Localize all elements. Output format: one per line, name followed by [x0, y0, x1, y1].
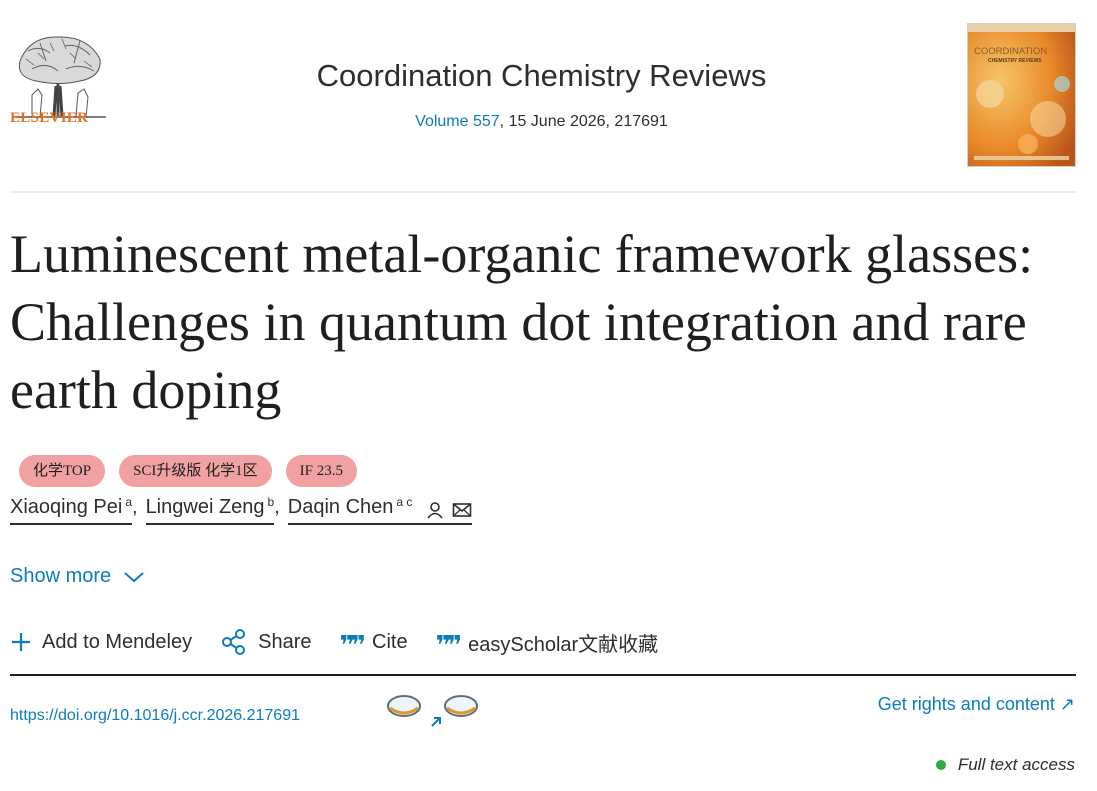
external-arrow-icon: ↗ [1059, 694, 1075, 714]
share-button[interactable]: Share [220, 628, 311, 656]
get-rights-label: Get rights and content [877, 694, 1055, 714]
quote-icon: ❞❞ [339, 631, 365, 661]
badge-row: 化学TOP SCI升级版 化学1区 IF 23.5 [19, 455, 358, 487]
author-link[interactable]: Daqin Chen a c [287, 495, 472, 525]
envelope-icon [452, 502, 472, 517]
badge-chem-top: 化学TOP [19, 455, 106, 487]
badge-impact-factor: IF 23.5 [285, 455, 358, 487]
person-icon [427, 501, 443, 519]
cite-button[interactable]: ❞❞ Cite [339, 630, 408, 661]
doi-link[interactable]: https://doi.org/10.1016/j.ccr.2026.21769… [10, 707, 300, 725]
access-status-label: Full text access [957, 755, 1075, 774]
scholar-hat-icon[interactable] [444, 695, 478, 717]
affiliation-marker: a [125, 495, 132, 509]
scholar-hat-icon[interactable] [387, 695, 421, 717]
header-divider [10, 191, 1076, 193]
cite-label: Cite [372, 630, 408, 653]
doi-extension-icons [387, 695, 478, 727]
get-rights-link[interactable]: Get rights and content ↗ [878, 694, 1075, 715]
share-icon [222, 629, 246, 655]
add-to-mendeley-button[interactable]: Add to Mendeley [10, 631, 192, 654]
add-to-mendeley-label: Add to Mendeley [42, 630, 193, 653]
chevron-down-icon [124, 571, 144, 582]
article-title: Luminescent metal-organic framework glas… [10, 224, 1034, 420]
volume-link[interactable]: Volume 557 [415, 113, 500, 130]
author-name: Xiaoqing Pei [10, 496, 123, 518]
issue-date-number: , 15 June 2026, 217691 [499, 113, 668, 130]
article-toolbar: Add to Mendeley Share ❞❞ Cite ❞❞ easySch… [10, 625, 686, 659]
affiliation-marker: b [267, 495, 275, 509]
toolbar-divider [10, 674, 1076, 676]
show-more-label: Show more [10, 565, 112, 587]
author-name: Daqin Chen [287, 496, 394, 518]
external-arrow-icon [431, 717, 441, 727]
plus-icon [12, 633, 30, 651]
author-separator: , [274, 496, 280, 518]
badge-sci-zone: SCI升级版 化学1区 [119, 455, 272, 487]
access-status: Full text access [935, 755, 1075, 775]
easyscholar-label: easyScholar文献收藏 [468, 633, 659, 656]
share-label: Share [258, 630, 312, 653]
show-more-button[interactable]: Show more [10, 565, 145, 588]
volume-line: Volume 557, 15 June 2026, 217691 [0, 113, 1083, 131]
quote-icon: ❞❞ [435, 631, 462, 661]
author-link[interactable]: Xiaoqing Pei a [10, 495, 132, 525]
cover-title: COORDINATION [974, 46, 1047, 57]
journal-cover-image[interactable]: COORDINATION CHEMISTRY REVIEWS [967, 23, 1076, 167]
author-name: Lingwei Zeng [145, 496, 265, 518]
access-status-dot [935, 760, 946, 770]
cover-subtitle: CHEMISTRY REVIEWS [988, 58, 1042, 64]
journal-title-link[interactable]: Coordination Chemistry Reviews [0, 58, 1083, 94]
easyscholar-button[interactable]: ❞❞ easyScholar文献收藏 [435, 628, 659, 661]
author-separator: , [132, 496, 138, 518]
author-list: Xiaoqing Pei a, Lingwei Zeng b, Daqin Chen… [10, 495, 472, 530]
author-link[interactable]: Lingwei Zeng b [145, 495, 275, 525]
affiliation-marker: a c [396, 495, 413, 509]
